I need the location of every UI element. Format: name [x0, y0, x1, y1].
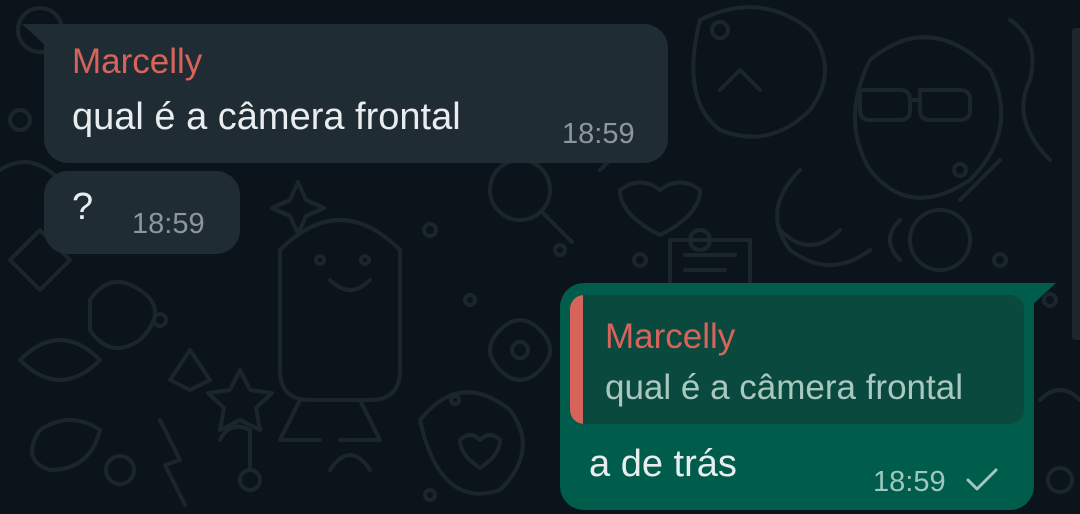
single-check-icon [966, 468, 998, 491]
chat-area[interactable]: Marcelly qual é a câmera frontal 18:59 ?… [0, 0, 1080, 514]
quote-accent-bar [570, 295, 583, 424]
message-bubble-incoming[interactable]: Marcelly qual é a câmera frontal 18:59 [44, 24, 668, 163]
sender-name: Marcelly [72, 42, 203, 81]
message-text: a de trás [589, 443, 737, 485]
message-bubble-incoming[interactable]: ? 18:59 [44, 171, 240, 254]
message-timestamp: 18:59 [873, 466, 946, 498]
message-text: ? [72, 186, 94, 228]
scrollbar[interactable] [1072, 28, 1080, 340]
quoted-message[interactable]: Marcelly qual é a câmera frontal [570, 295, 1024, 424]
message-timestamp: 18:59 [562, 118, 635, 150]
quoted-sender-name: Marcelly [605, 317, 736, 356]
message-timestamp: 18:59 [132, 208, 205, 240]
quoted-message-text: qual é a câmera frontal [605, 368, 963, 407]
message-text: qual é a câmera frontal [72, 96, 461, 138]
